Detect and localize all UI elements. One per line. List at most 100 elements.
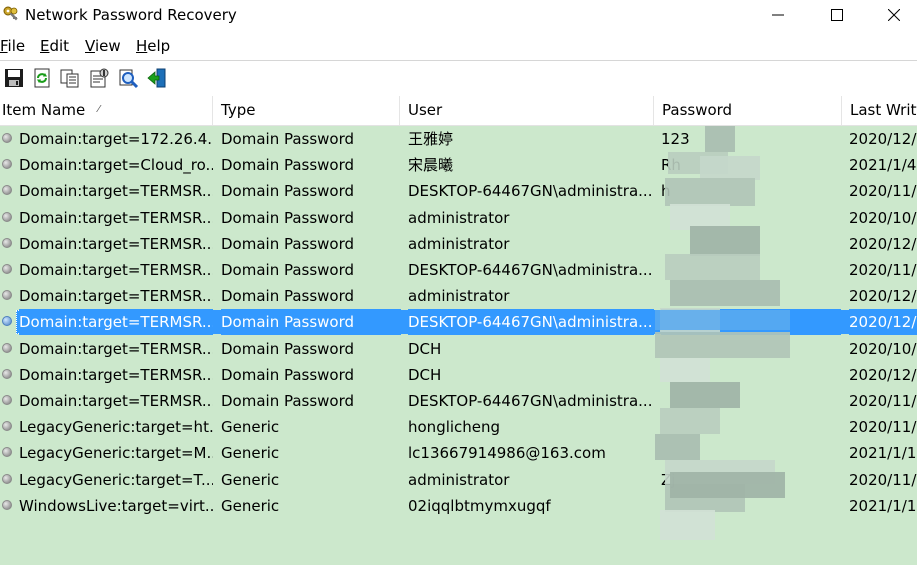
redaction-mosaic [670, 472, 785, 498]
redaction-mosaic [655, 434, 700, 460]
exit-icon[interactable] [146, 67, 168, 89]
maximize-button[interactable] [814, 0, 860, 31]
redaction-mosaic [670, 382, 740, 408]
cell-last-written: 2020/10/2 [849, 208, 917, 227]
close-icon [888, 9, 900, 21]
column-item-name-label: Item Name [2, 101, 86, 119]
table-row[interactable]: Domain:target=TERMSR... Domain Password ad… [0, 205, 917, 231]
cell-last-written: 2020/10/2 [849, 339, 917, 358]
row-bullet-icon [2, 316, 12, 327]
redaction-mosaic [665, 254, 760, 280]
save-icon[interactable] [3, 67, 25, 89]
cell-user: 宋晨曦 [408, 156, 454, 175]
cell-type: Domain Password [221, 182, 355, 201]
password-list[interactable]: Domain:target=172.26.4.... Domain Passwor… [0, 126, 917, 565]
table-row[interactable]: Domain:target=TERMSR... Domain Password ad… [0, 231, 917, 257]
minimize-button[interactable] [755, 0, 801, 31]
cell-item-name: Domain:target=TERMSR... [19, 365, 213, 384]
row-bullet-icon [2, 342, 12, 353]
cell-item-name: Domain:target=TERMSR... [19, 182, 213, 201]
menu-help-rest: elp [147, 37, 171, 55]
menu-help-accel: H [136, 37, 148, 55]
cell-last-written: 2020/12/2 [849, 130, 917, 148]
cell-item-name: Domain:target=TERMSR... [19, 234, 213, 253]
cell-user: DCH [408, 365, 442, 384]
cell-last-written: 2021/1/18 [849, 496, 917, 515]
list-header: Item Name ⁄ Type User Password Last Writ… [0, 96, 917, 126]
row-bullet-icon [2, 159, 12, 170]
cell-type: Generic [221, 418, 280, 437]
cell-type: Domain Password [221, 234, 355, 253]
column-item-name[interactable]: Item Name [0, 96, 212, 125]
cell-item-name: WindowsLive:target=virt... [19, 496, 213, 515]
cell-item-name: Domain:target=TERMSR... [19, 287, 213, 306]
table-row[interactable]: Domain:target=TERMSR... Domain Password DC… [0, 362, 917, 388]
redaction-mosaic [660, 510, 715, 540]
close-button[interactable] [871, 0, 917, 31]
cell-type: Domain Password [221, 392, 355, 410]
cell-item-name: Domain:target=TERMSR... [19, 309, 213, 336]
table-row[interactable]: Domain:target=TERMSR... Domain Password DE… [0, 388, 917, 414]
cell-item-name: LegacyGeneric:target=ht... [19, 418, 213, 437]
cell-item-name: Domain:target=TERMSR... [19, 339, 213, 358]
menu-help[interactable]: Help [136, 37, 170, 55]
toolbar [0, 60, 917, 95]
menu-edit-rest: dit [49, 37, 70, 55]
table-row[interactable]: Domain:target=TERMSR... Domain Password DE… [0, 178, 917, 204]
column-user[interactable]: User [400, 96, 653, 125]
cell-user: lc13667914986@163.com [408, 444, 606, 463]
window-title: Network Password Recovery [25, 6, 237, 24]
table-row[interactable]: LegacyGeneric:target=ht... Generic honglic… [0, 414, 917, 440]
cell-user: DESKTOP-64467GN\administra... [408, 261, 653, 279]
cell-type: Domain Password [221, 156, 355, 175]
row-bullet-icon [2, 290, 12, 301]
menu-file-accel: F [0, 37, 8, 55]
cell-user: administrator [408, 208, 510, 227]
cell-last-written: 2020/12/2 [849, 287, 917, 306]
column-last-written[interactable]: Last Writt [842, 96, 917, 125]
redaction-mosaic [705, 126, 735, 152]
redaction-mosaic [665, 178, 755, 206]
row-bullet-icon [2, 133, 12, 143]
menu-view-rest: iew [94, 37, 121, 55]
table-row[interactable]: LegacyGeneric:target=M... Generic lc136679… [0, 440, 917, 466]
cell-item-name: Domain:target=TERMSR... [19, 208, 213, 227]
cell-last-written: 2020/12/2 [849, 309, 917, 336]
row-bullet-icon [2, 473, 12, 484]
cell-type: Domain Password [221, 261, 355, 279]
cell-user: DCH [408, 339, 442, 358]
minimize-icon [772, 14, 784, 16]
cell-user: administrator [408, 470, 510, 489]
redaction-mosaic [700, 156, 760, 180]
cell-type: Domain Password [221, 339, 355, 358]
cell-type: Domain Password [221, 365, 355, 384]
menu-edit[interactable]: Edit [40, 37, 69, 55]
cell-user: DESKTOP-64467GN\administra... [408, 392, 653, 410]
menu-bar: File Edit View Help [0, 33, 917, 59]
properties-icon[interactable] [88, 67, 110, 89]
cell-last-written: 2021/1/18 [849, 444, 917, 463]
title-bar: Network Password Recovery [0, 0, 917, 31]
sort-ascending-icon: ⁄ [98, 104, 100, 115]
cell-last-written: 2020/11/4 [849, 418, 917, 437]
app-key-icon [2, 5, 20, 23]
cell-user: honglicheng [408, 418, 501, 437]
table-row[interactable]: Domain:target=Cloud_ro... Domain Password… [0, 152, 917, 178]
column-type[interactable]: Type [213, 96, 399, 125]
cell-last-written: 2020/11/9 [849, 182, 917, 201]
cell-user: administrator [408, 287, 510, 306]
menu-view[interactable]: View [85, 37, 121, 55]
menu-file[interactable]: File [0, 37, 25, 55]
cell-item-name: LegacyGeneric:target=T... [19, 470, 213, 489]
row-bullet-icon [2, 237, 12, 248]
cell-user: 02iqqlbtmymxugqf [408, 496, 551, 515]
menu-view-accel: V [85, 37, 95, 55]
cell-last-written: 2021/1/4 [849, 156, 917, 175]
row-bullet-icon [2, 368, 12, 379]
table-row[interactable]: Domain:target=172.26.4.... Domain Passwor… [0, 126, 917, 152]
column-password[interactable]: Password [654, 96, 841, 125]
column-type-label: Type [221, 101, 256, 119]
find-icon[interactable] [117, 67, 139, 89]
refresh-icon[interactable] [31, 67, 53, 89]
copy-icon[interactable] [59, 67, 81, 89]
